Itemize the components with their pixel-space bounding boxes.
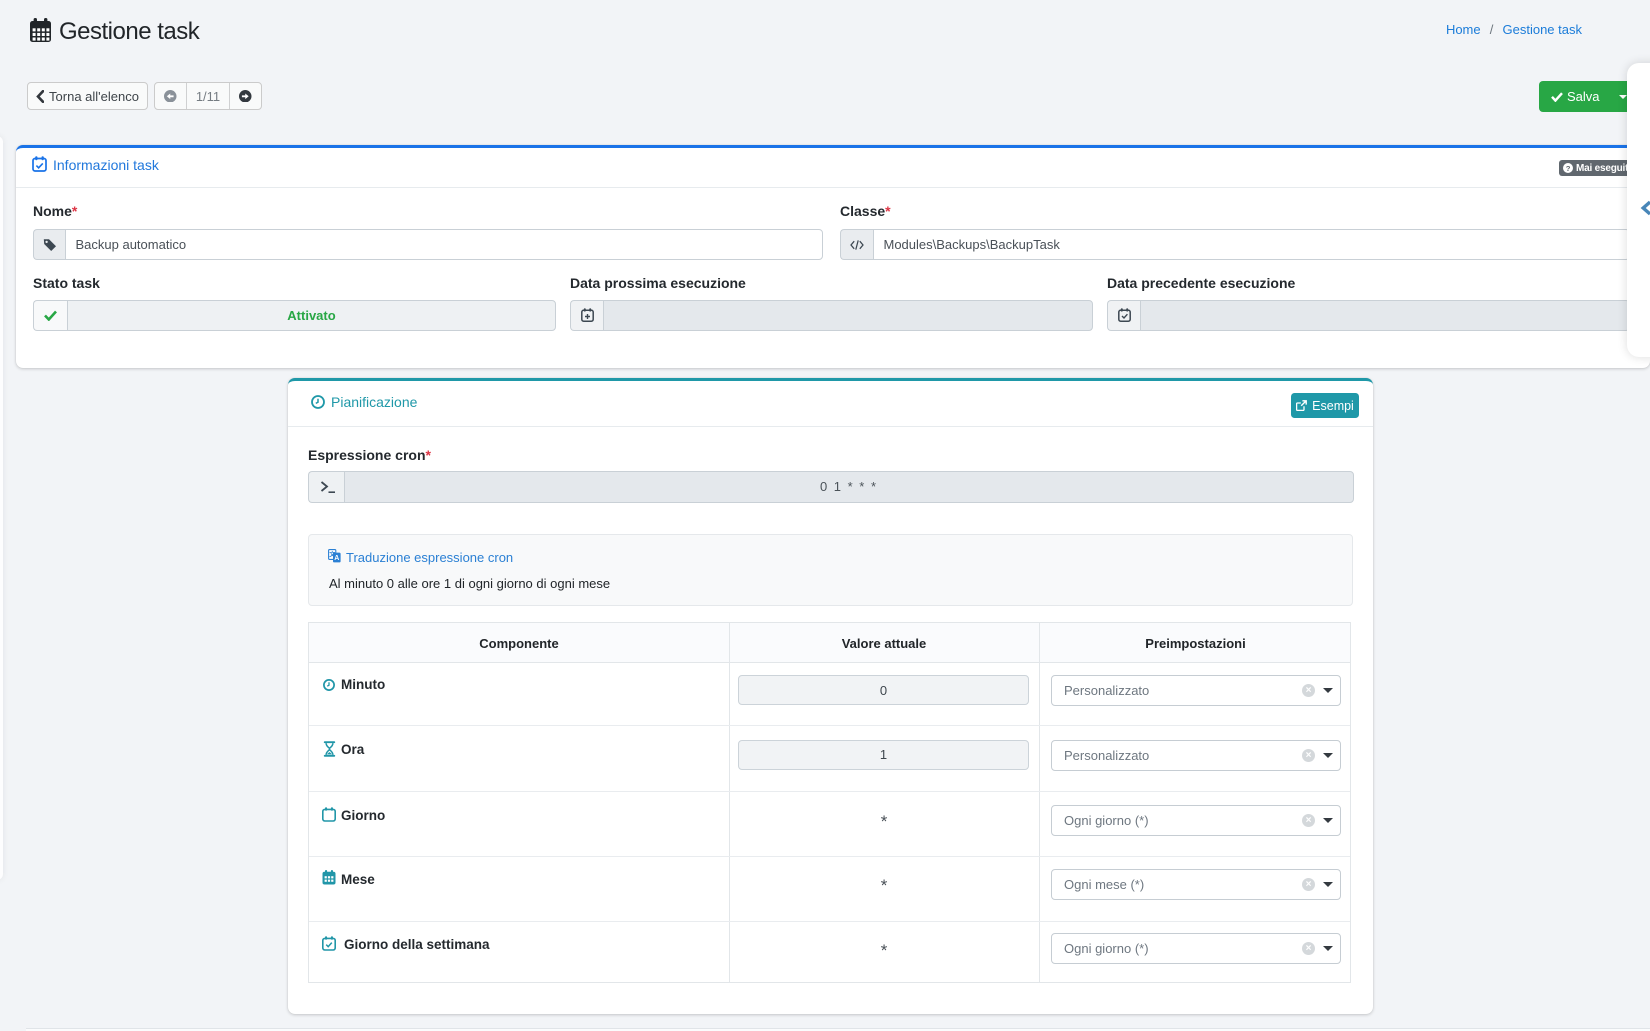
svg-text:?: ? bbox=[1566, 164, 1571, 173]
svg-text:A: A bbox=[334, 555, 339, 562]
